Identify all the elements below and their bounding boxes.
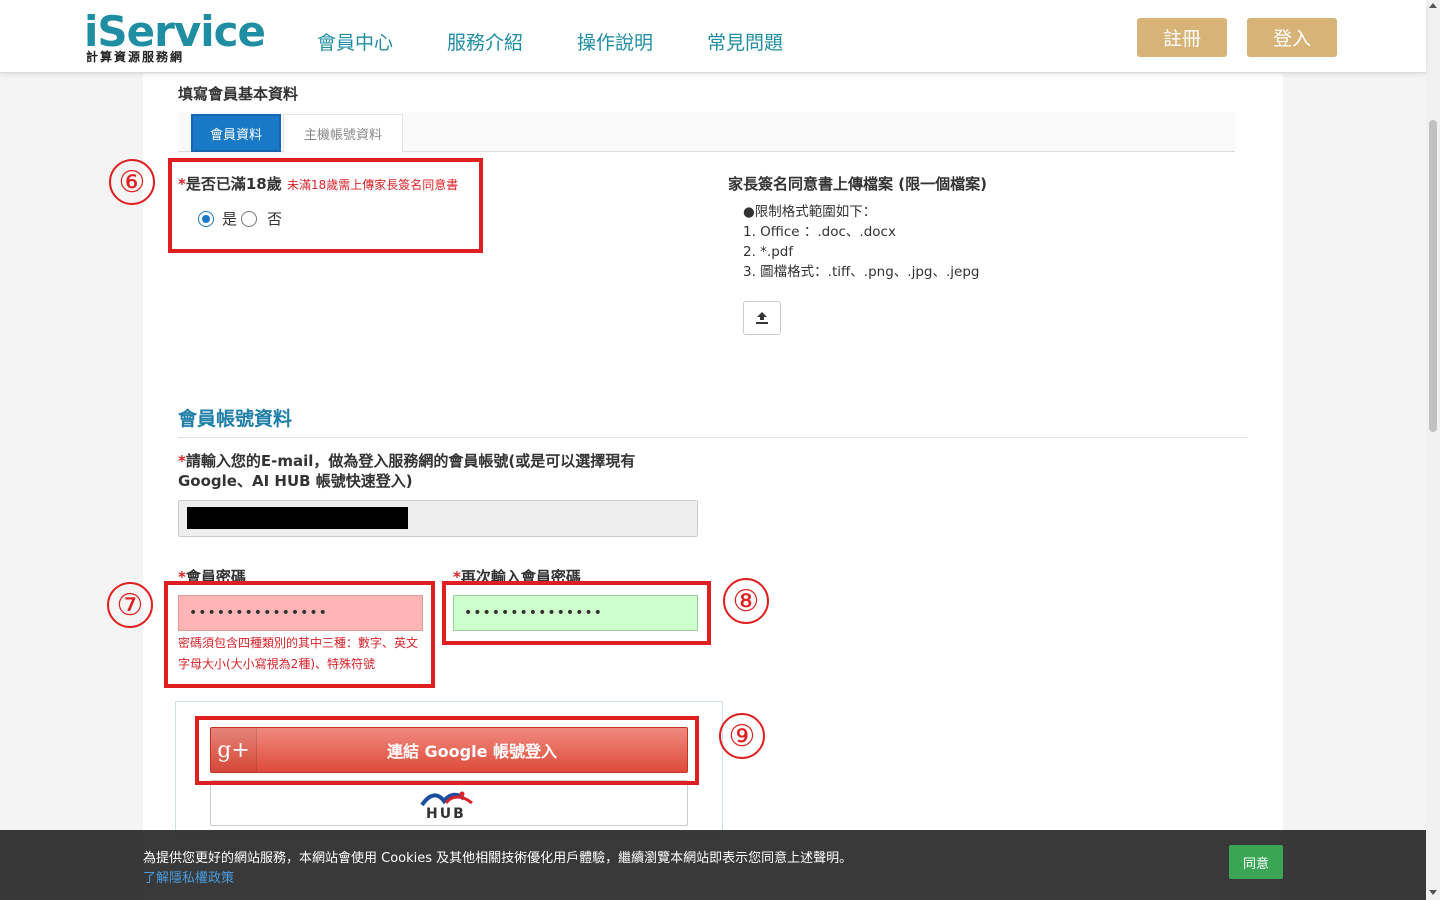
- redacted-email: [187, 507, 408, 529]
- email-label: *請輸入您的E-mail，做為登入服務網的會員帳號(或是可以選擇現有Google…: [178, 451, 678, 491]
- nav-instructions[interactable]: 操作說明: [577, 28, 653, 55]
- cookie-text: 為提供您更好的網站服務，本網站會使用 Cookies 及其他相關技術優化用戶體驗…: [143, 851, 853, 866]
- site-logo[interactable]: iService 計算資源服務網: [84, 8, 266, 68]
- annotation-box-6: [168, 158, 483, 253]
- upload-button[interactable]: [743, 301, 781, 335]
- annotation-number-8: ⑧: [723, 578, 769, 624]
- logo-subtitle: 計算資源服務網: [86, 50, 185, 64]
- page-scrollbar[interactable]: [1426, 0, 1440, 900]
- scroll-up-arrow-icon[interactable]: [1429, 3, 1437, 8]
- nav-faq[interactable]: 常見問題: [707, 28, 783, 55]
- scroll-thumb[interactable]: [1429, 120, 1437, 432]
- register-button[interactable]: 註冊: [1137, 18, 1227, 57]
- annotation-number-9: ⑨: [719, 713, 765, 759]
- upload-icon: [756, 312, 768, 324]
- required-mark: *: [178, 452, 186, 470]
- upload-rule: 1. Office ：.doc、.docx: [743, 224, 896, 240]
- annotation-box-9: [195, 716, 699, 785]
- upload-rule: 2. *.pdf: [743, 244, 794, 260]
- email-label-text: 請輸入您的E-mail，做為登入服務網的會員帳號(或是可以選擇現有Google、…: [178, 452, 636, 490]
- main-nav: 會員中心 服務介紹 操作說明 常見問題: [317, 28, 783, 55]
- account-section-title: 會員帳號資料: [178, 408, 293, 430]
- annotation-box-7: [164, 581, 435, 688]
- annotation-number-7: ⑦: [107, 582, 153, 628]
- section-heading: 填寫會員基本資料: [178, 85, 299, 103]
- nav-member-center[interactable]: 會員中心: [317, 28, 393, 55]
- annotation-box-8: [442, 581, 711, 645]
- upload-rules: ●限制格式範圍如下： 1. Office ：.doc、.docx 2. *.pd…: [743, 202, 979, 282]
- aihub-logo-icon: HUB: [416, 789, 482, 823]
- annotation-number-6: ⑥: [109, 159, 155, 205]
- cookie-banner: 為提供您更好的網站服務，本網站會使用 Cookies 及其他相關技術優化用戶體驗…: [0, 830, 1426, 900]
- scroll-down-arrow-icon[interactable]: [1429, 890, 1437, 895]
- aihub-login-button[interactable]: HUB: [210, 780, 688, 826]
- cookie-agree-button[interactable]: 同意: [1229, 845, 1283, 879]
- privacy-policy-link[interactable]: 了解隱私權政策: [143, 867, 234, 886]
- upload-rule: 3. 圖檔格式：.tiff、.png、.jpg、.jepg: [743, 264, 980, 280]
- upload-title: 家長簽名同意書上傳檔案 (限一個檔案): [728, 175, 987, 193]
- nav-services[interactable]: 服務介紹: [447, 28, 523, 55]
- login-button[interactable]: 登入: [1247, 18, 1337, 57]
- tab-host-account[interactable]: 主機帳號資料: [283, 114, 403, 152]
- divider: [178, 437, 1248, 438]
- tab-member-info[interactable]: 會員資料: [191, 114, 281, 152]
- site-header: iService 計算資源服務網 會員中心 服務介紹 操作說明 常見問題 註冊 …: [0, 0, 1426, 73]
- upload-rule: ●限制格式範圍如下：: [743, 204, 877, 220]
- aihub-logo-text: HUB: [426, 806, 466, 822]
